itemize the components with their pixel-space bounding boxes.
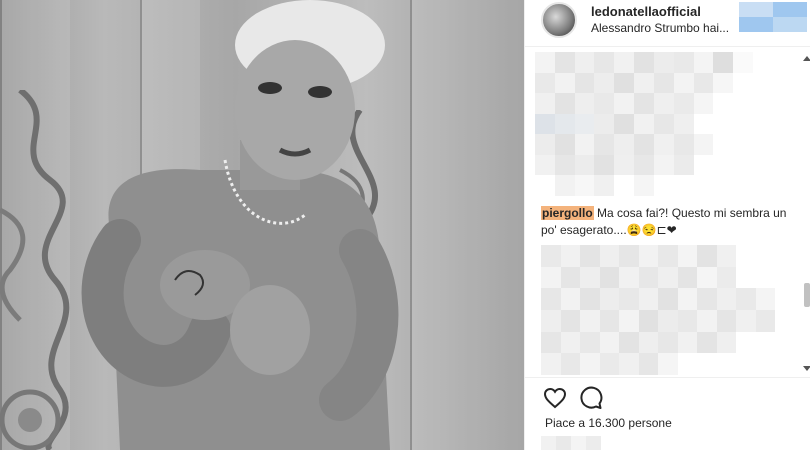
pixelated-timestamp xyxy=(541,436,601,450)
pixelated-comments-top xyxy=(535,52,753,196)
scroll-up-arrow-icon[interactable] xyxy=(803,56,810,61)
post-photo[interactable] xyxy=(0,0,524,450)
comment-username[interactable]: piergollo xyxy=(541,206,594,220)
follow-button-blurred[interactable] xyxy=(739,2,807,32)
avatar[interactable] xyxy=(541,2,577,38)
post-subtitle: Alessandro Strumbo hai... xyxy=(591,21,730,35)
comments-scrollbar[interactable] xyxy=(803,48,810,378)
person-figure xyxy=(81,0,399,450)
scroll-thumb[interactable] xyxy=(804,283,810,307)
heart-icon[interactable] xyxy=(543,386,567,410)
likes-count[interactable]: Piace a 16.300 persone xyxy=(545,416,672,430)
divider xyxy=(525,46,810,47)
post-sidebar: ledonatellaofficial Alessandro Strumbo h… xyxy=(524,0,810,450)
divider xyxy=(525,377,810,378)
scroll-down-arrow-icon[interactable] xyxy=(803,366,810,371)
post-username[interactable]: ledonatellaofficial xyxy=(591,4,701,19)
comment: piergollo Ma cosa fai?! Questo mi sembra… xyxy=(541,205,791,239)
comment-icon[interactable] xyxy=(579,386,603,410)
pixelated-comments-bottom xyxy=(541,245,775,375)
